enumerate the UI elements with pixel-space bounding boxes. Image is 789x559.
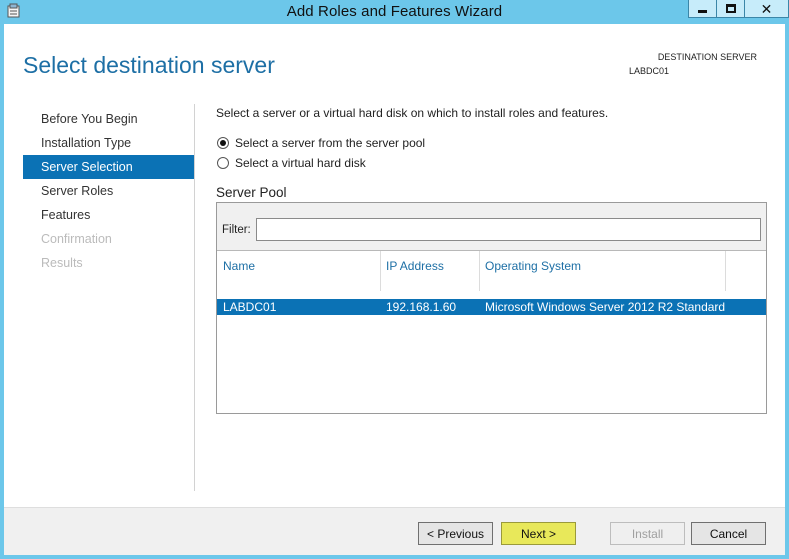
server-pool-radio[interactable]	[217, 137, 229, 149]
previous-button[interactable]: < Previous	[418, 522, 493, 545]
close-button[interactable]: ✕	[744, 0, 789, 18]
nav-item-before-you-begin[interactable]: Before You Begin	[23, 107, 194, 131]
server-pool-title: Server Pool	[216, 185, 287, 200]
minimize-icon	[698, 10, 707, 13]
nav-item-results: Results	[41, 256, 83, 270]
nav-divider	[194, 104, 195, 491]
server-os-cell: Microsoft Windows Server 2012 R2 Standar…	[485, 300, 726, 314]
server-pool-panel: Filter: Name IP Address Operating System…	[216, 202, 767, 414]
server-pool-option-label: Select a server from the server pool	[235, 136, 426, 150]
filter-bar: Filter:	[217, 203, 766, 251]
title-bar: Add Roles and Features Wizard ✕	[0, 0, 789, 24]
window-title: Add Roles and Features Wizard	[286, 3, 503, 20]
column-separator[interactable]	[725, 251, 726, 291]
server-grid-header: Name IP Address Operating System	[217, 251, 766, 291]
server-name-cell: LABDC01	[223, 300, 277, 314]
wizard-nav: Before You Begin Installation Type Serve…	[23, 107, 194, 275]
filter-label: Filter:	[222, 224, 251, 236]
minimize-button[interactable]	[688, 0, 717, 18]
nav-item-confirmation: Confirmation	[41, 232, 112, 246]
column-separator[interactable]	[479, 251, 480, 291]
intro-text: Select a server or a virtual hard disk o…	[216, 106, 609, 120]
install-button: Install	[610, 522, 685, 545]
vhd-radio[interactable]	[217, 157, 229, 169]
column-separator[interactable]	[380, 251, 381, 291]
column-header-operating-system[interactable]: Operating System	[485, 259, 581, 273]
cancel-button[interactable]: Cancel	[691, 522, 766, 545]
filter-input[interactable]	[256, 218, 761, 241]
close-icon: ✕	[760, 0, 773, 17]
column-header-name[interactable]: Name	[223, 259, 255, 273]
wizard-footer: < Previous Next > Install Cancel	[4, 507, 785, 555]
vhd-option[interactable]: Select a virtual hard disk	[217, 156, 366, 170]
server-ip-cell: 192.168.1.60	[386, 300, 457, 314]
server-row[interactable]: LABDC01 192.168.1.60 Microsoft Windows S…	[217, 299, 766, 315]
next-button[interactable]: Next >	[501, 522, 576, 545]
nav-item-server-roles[interactable]: Server Roles	[23, 179, 194, 203]
maximize-button[interactable]	[716, 0, 745, 18]
nav-item-installation-type[interactable]: Installation Type	[23, 131, 194, 155]
server-pool-option[interactable]: Select a server from the server pool	[217, 136, 425, 150]
vhd-option-label: Select a virtual hard disk	[235, 156, 366, 170]
nav-item-server-selection[interactable]: Server Selection	[23, 155, 194, 179]
destination-server-name: LABDC01	[628, 66, 669, 76]
column-header-ip-address[interactable]: IP Address	[386, 259, 444, 273]
destination-server-label: DESTINATION SERVER	[657, 52, 757, 62]
page-title: Select destination server	[23, 52, 275, 78]
maximize-icon	[725, 4, 736, 13]
wizard-client-area: Select destination server DESTINATION SE…	[4, 24, 785, 555]
nav-item-features[interactable]: Features	[23, 203, 194, 227]
